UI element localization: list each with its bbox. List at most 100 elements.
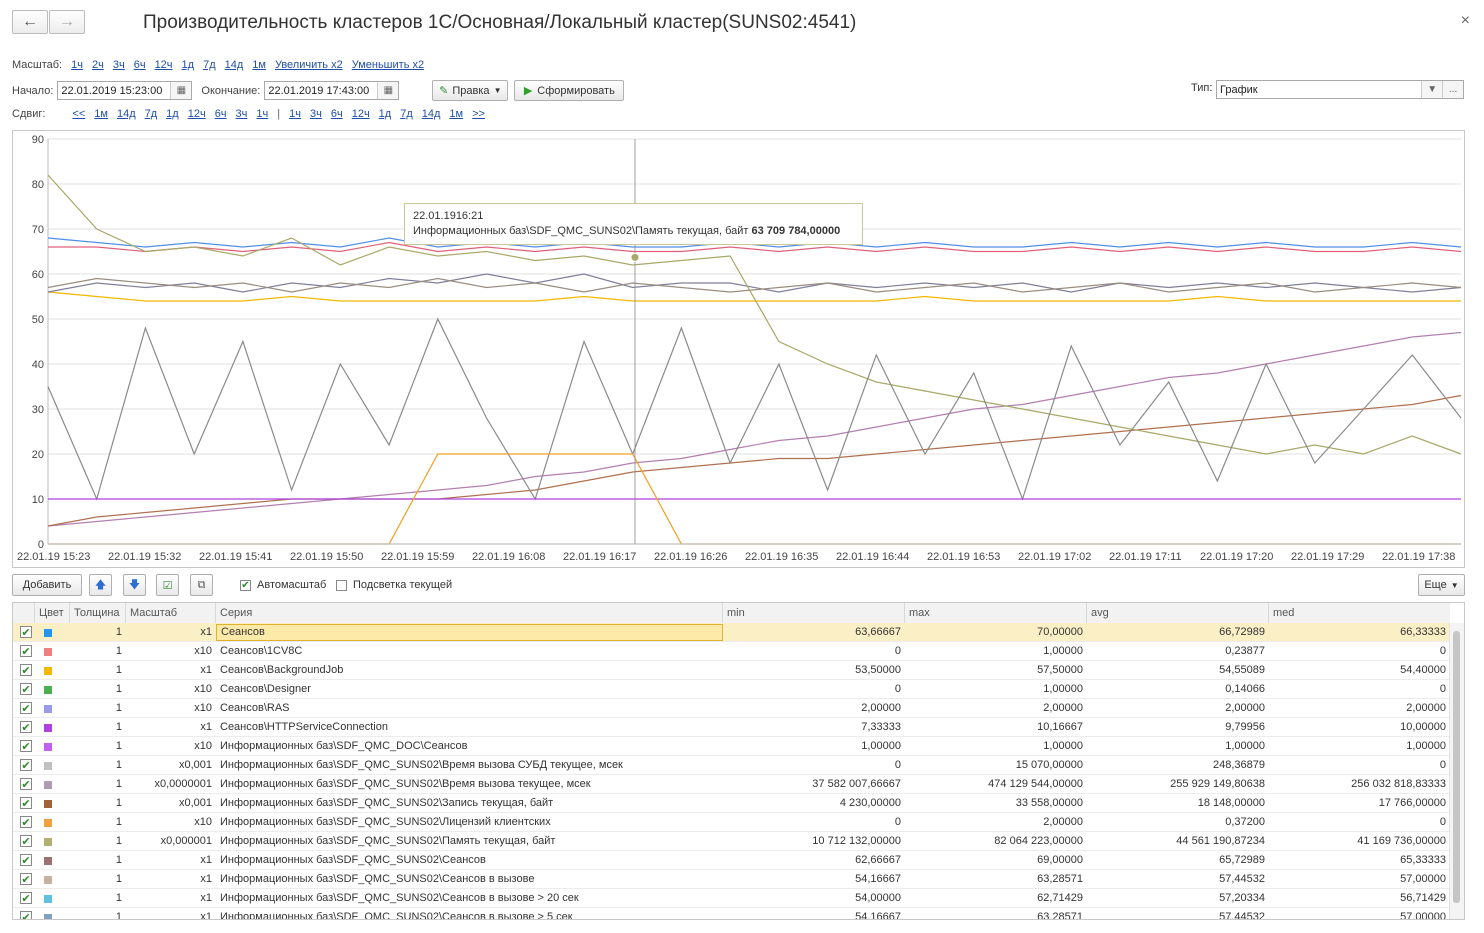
- scale-link[interactable]: 1ч: [71, 59, 83, 71]
- table-row[interactable]: ✔ 1 x0,001 Информационных баз\SDF_QMC_SUNS0…: [13, 756, 1450, 775]
- shift-back-link[interactable]: 6ч: [215, 108, 227, 120]
- table-row[interactable]: ✔ 1 x10 Сеансов\1CV8C 0 1,00000 0,23877 0: [13, 642, 1450, 661]
- color-swatch[interactable]: [44, 629, 52, 637]
- scale-link[interactable]: 7д: [203, 59, 216, 71]
- chevron-down-icon[interactable]: ▼: [1421, 81, 1443, 98]
- color-swatch[interactable]: [44, 667, 52, 675]
- edit-button[interactable]: ✎ Правка ▼: [432, 80, 509, 101]
- end-date-field[interactable]: 22.01.2019 17:43:00 ▦: [264, 81, 400, 100]
- arrow-up-icon[interactable]: 🡅: [89, 574, 112, 596]
- close-icon[interactable]: ×: [1461, 12, 1470, 30]
- header-scale[interactable]: Масштаб: [126, 603, 216, 623]
- color-swatch[interactable]: [44, 895, 52, 903]
- scale-link[interactable]: 12ч: [155, 59, 173, 71]
- start-date-field[interactable]: 22.01.2019 15:23:00 ▦: [57, 81, 193, 100]
- highlight-checkbox[interactable]: Подсветка текущей: [336, 579, 452, 591]
- row-checkbox[interactable]: ✔: [20, 721, 32, 734]
- color-swatch[interactable]: [44, 819, 52, 827]
- shift-back-link[interactable]: <<: [72, 108, 85, 120]
- scale-link[interactable]: Уменьшить x2: [352, 59, 424, 71]
- back-button[interactable]: ←: [12, 10, 48, 34]
- row-checkbox[interactable]: ✔: [20, 683, 32, 696]
- scrollbar-thumb[interactable]: [1453, 631, 1460, 903]
- color-swatch[interactable]: [44, 705, 52, 713]
- header-min[interactable]: min: [723, 603, 905, 623]
- table-row[interactable]: ✔ 1 x1 Информационных баз\SDF_QMC_SUNS02\Се…: [13, 851, 1450, 870]
- scale-link[interactable]: Увеличить x2: [275, 59, 343, 71]
- autoscale-checkbox[interactable]: ✔ Автомасштаб: [240, 579, 326, 591]
- row-checkbox[interactable]: ✔: [20, 835, 32, 848]
- table-row[interactable]: ✔ 1 x1 Информационных баз\SDF_QMC_SUNS02\Се…: [13, 908, 1450, 919]
- table-row[interactable]: ✔ 1 x1 Сеансов\HTTPServiceConnection 7,33333…: [13, 718, 1450, 737]
- shift-forward-link[interactable]: 12ч: [352, 108, 370, 120]
- row-checkbox[interactable]: ✔: [20, 740, 32, 753]
- table-row[interactable]: ✔ 1 x0,000001 Информационных баз\SDF_QMC_SU…: [13, 832, 1450, 851]
- row-checkbox[interactable]: ✔: [20, 626, 32, 639]
- header-thickness[interactable]: Толщина: [70, 603, 126, 623]
- table-row[interactable]: ✔ 1 x10 Сеансов\Designer 0 1,00000 0,14066 0: [13, 680, 1450, 699]
- color-swatch[interactable]: [44, 914, 52, 919]
- shift-back-link[interactable]: 3ч: [236, 108, 248, 120]
- scale-link[interactable]: 3ч: [113, 59, 125, 71]
- more-button[interactable]: Еще ▼: [1418, 574, 1465, 596]
- autoscale-check-icon[interactable]: ✔: [240, 579, 251, 591]
- scale-link[interactable]: 14д: [225, 59, 244, 71]
- series-table[interactable]: Цвет Толщина Масштаб Серия min max avg m…: [12, 602, 1465, 920]
- calendar-icon[interactable]: ▦: [170, 82, 192, 99]
- row-checkbox[interactable]: ✔: [20, 778, 32, 791]
- table-row[interactable]: ✔ 1 x1 Сеансов 63,66667 70,00000 66,72989 66,33…: [13, 623, 1450, 642]
- type-value[interactable]: График: [1217, 84, 1421, 96]
- table-row[interactable]: ✔ 1 x10 Информационных баз\SDF_QMC_SUNS02\Л…: [13, 813, 1450, 832]
- color-swatch[interactable]: [44, 648, 52, 656]
- color-swatch[interactable]: [44, 800, 52, 808]
- check-all-icon[interactable]: ☑: [156, 574, 179, 596]
- scale-link[interactable]: 2ч: [92, 59, 104, 71]
- row-checkbox[interactable]: ✔: [20, 664, 32, 677]
- chart-area[interactable]: 0 10 20 30 40 50 60 70 80 90 22.01.19 15:23 22.01.1…: [12, 130, 1465, 568]
- arrow-down-icon[interactable]: 🡇: [123, 574, 146, 596]
- shift-back-link[interactable]: 14д: [117, 108, 136, 120]
- shift-forward-link[interactable]: 7д: [400, 108, 413, 120]
- row-checkbox[interactable]: ✔: [20, 759, 32, 772]
- color-swatch[interactable]: [44, 838, 52, 846]
- scale-link[interactable]: 1м: [252, 59, 266, 71]
- shift-back-link[interactable]: 1ч: [256, 108, 268, 120]
- header-color[interactable]: Цвет: [35, 603, 70, 623]
- row-checkbox[interactable]: ✔: [20, 854, 32, 867]
- color-swatch[interactable]: [44, 762, 52, 770]
- row-checkbox[interactable]: ✔: [20, 702, 32, 715]
- row-checkbox[interactable]: ✔: [20, 892, 32, 905]
- table-row[interactable]: ✔ 1 x10 Сеансов\RAS 2,00000 2,00000 2,00000 2,0…: [13, 699, 1450, 718]
- table-row[interactable]: ✔ 1 x10 Информационных баз\SDF_QMC_DOC\Сеан…: [13, 737, 1450, 756]
- color-swatch[interactable]: [44, 876, 52, 884]
- type-select[interactable]: График ▼ ...: [1216, 80, 1464, 99]
- copy-icon[interactable]: ⧉: [190, 574, 213, 596]
- shift-back-link[interactable]: 1м: [94, 108, 108, 120]
- start-date-value[interactable]: 22.01.2019 15:23:00: [58, 85, 170, 97]
- shift-forward-link[interactable]: 1ч: [289, 108, 301, 120]
- shift-forward-link[interactable]: 14д: [422, 108, 441, 120]
- forward-button[interactable]: →: [49, 10, 85, 34]
- end-date-value[interactable]: 22.01.2019 17:43:00: [265, 85, 377, 97]
- row-checkbox[interactable]: ✔: [20, 911, 32, 919]
- table-row[interactable]: ✔ 1 x0,001 Информационных баз\SDF_QMC_SUNS0…: [13, 794, 1450, 813]
- shift-forward-link[interactable]: 6ч: [331, 108, 343, 120]
- add-button[interactable]: Добавить: [12, 574, 82, 596]
- header-max[interactable]: max: [905, 603, 1087, 623]
- shift-back-link[interactable]: 1д: [166, 108, 179, 120]
- header-avg[interactable]: avg: [1087, 603, 1269, 623]
- table-row[interactable]: ✔ 1 x0,0000001 Информационных баз\SDF_QMC_S…: [13, 775, 1450, 794]
- color-swatch[interactable]: [44, 781, 52, 789]
- color-swatch[interactable]: [44, 857, 52, 865]
- header-series[interactable]: Серия: [216, 603, 723, 623]
- generate-button[interactable]: ▶ Сформировать: [514, 80, 625, 101]
- table-row[interactable]: ✔ 1 x1 Сеансов\BackgroundJob 53,50000 57,5000…: [13, 661, 1450, 680]
- table-row[interactable]: ✔ 1 x1 Информационных баз\SDF_QMC_SUNS02\Се…: [13, 870, 1450, 889]
- line-chart[interactable]: 0 10 20 30 40 50 60 70 80 90 22.01.19 15:23 22.01.1…: [13, 131, 1464, 567]
- scale-link[interactable]: 1д: [182, 59, 195, 71]
- color-swatch[interactable]: [44, 724, 52, 732]
- color-swatch[interactable]: [44, 686, 52, 694]
- shift-forward-link[interactable]: >>: [472, 108, 485, 120]
- calendar-icon[interactable]: ▦: [377, 82, 399, 99]
- table-row[interactable]: ✔ 1 x1 Информационных баз\SDF_QMC_SUNS02\Се…: [13, 889, 1450, 908]
